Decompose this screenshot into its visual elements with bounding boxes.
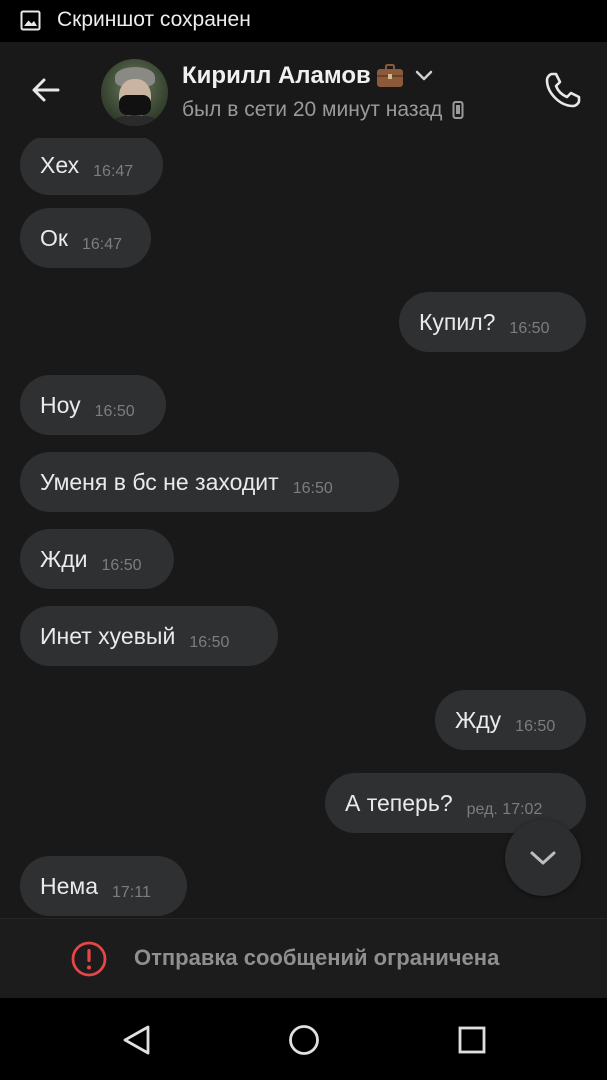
nav-back-icon[interactable] [120, 1023, 154, 1057]
message-bubble-incoming[interactable]: Инет хуевый 16:50 [20, 606, 278, 666]
message-text: А теперь? [345, 789, 453, 816]
message-bubble-outgoing[interactable]: Купил? 16:50 [399, 292, 586, 352]
nav-home-icon[interactable] [287, 1023, 321, 1057]
back-arrow-icon[interactable] [28, 72, 64, 108]
status-notification-text: Скриншот сохранен [57, 8, 251, 31]
message-time: 16:50 [292, 480, 333, 497]
message-bubble-incoming[interactable]: Жди 16:50 [20, 529, 174, 589]
message-text: Ноу [40, 391, 81, 418]
message-text: Уменя в бс не заходит [40, 468, 279, 495]
warning-icon [71, 941, 107, 977]
message-bubble-incoming[interactable]: Уменя в бс не заходит 16:50 [20, 452, 399, 512]
chevron-down-icon [415, 70, 433, 81]
presence-row: был в сети 20 минут назад [182, 98, 464, 122]
message-text: Купил? [419, 308, 496, 335]
message-text: Жди [40, 545, 88, 572]
message-text: Жду [455, 706, 502, 733]
message-bubble-incoming[interactable]: Нема 17:11 [20, 856, 187, 916]
message-list[interactable]: Хех 16:47 Ок 16:47 Купил? 16:50 Ноу 16:5… [0, 138, 607, 918]
message-time: 16:50 [94, 403, 135, 420]
chevron-down-icon [530, 851, 556, 865]
message-text: Ок [40, 224, 68, 251]
avatar[interactable] [101, 59, 168, 126]
mobile-phone-icon [452, 101, 464, 119]
message-time: 16:50 [509, 320, 550, 337]
contact-name-row[interactable]: Кирилл Аламов [182, 62, 433, 90]
briefcase-icon [376, 64, 403, 87]
message-bubble-outgoing[interactable]: Жду 16:50 [435, 690, 586, 750]
message-time: 16:50 [101, 557, 142, 574]
scroll-to-bottom-button[interactable] [505, 820, 581, 896]
message-text: Хех [40, 151, 80, 178]
message-time: 16:50 [515, 718, 556, 735]
message-bubble-incoming[interactable]: Хех 16:47 [20, 138, 163, 195]
phone-call-icon[interactable] [543, 70, 583, 110]
messaging-restricted-bar: Отправка сообщений ограничена [0, 918, 607, 999]
system-navigation-bar [0, 998, 607, 1080]
message-text: Инет хуевый [40, 622, 176, 649]
image-icon [20, 10, 41, 31]
restriction-message: Отправка сообщений ограничена [134, 945, 500, 970]
status-bar: Скриншот сохранен [0, 0, 607, 42]
message-time: 16:47 [93, 163, 134, 180]
message-bubble-incoming[interactable]: Ноу 16:50 [20, 375, 166, 435]
message-time: 17:11 [112, 884, 151, 901]
contact-name: Кирилл Аламов [182, 62, 371, 89]
nav-recents-icon[interactable] [455, 1023, 489, 1057]
last-seen-status: был в сети 20 минут назад [182, 98, 443, 121]
message-time: 16:47 [81, 236, 122, 253]
message-time: 16:50 [189, 634, 230, 651]
message-time: ред. 17:02 [466, 801, 543, 818]
chat-header: Кирилл Аламов был в сети 20 минут назад [0, 42, 607, 138]
message-text: Нема [40, 872, 99, 899]
message-bubble-incoming[interactable]: Ок 16:47 [20, 208, 151, 268]
